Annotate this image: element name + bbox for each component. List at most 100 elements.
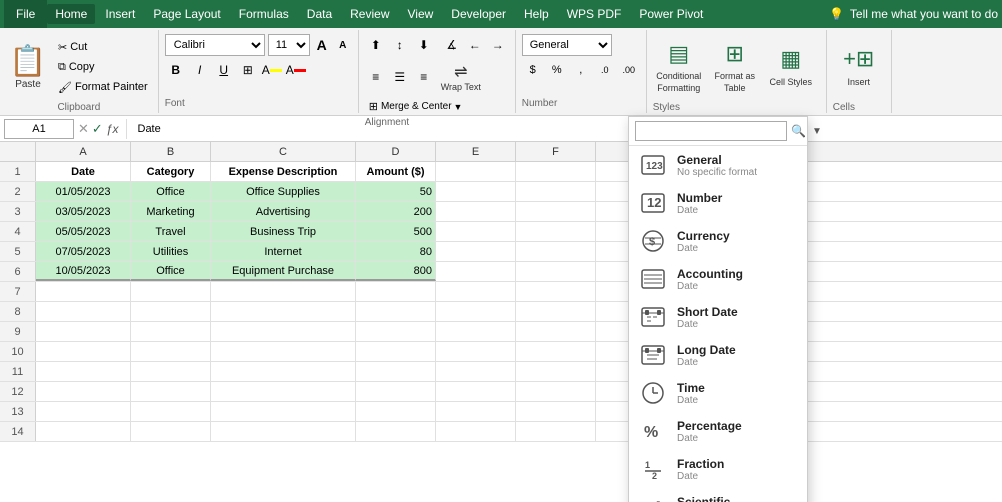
format-option-time[interactable]: Time Date <box>629 374 807 412</box>
function-icon[interactable]: ƒx <box>106 122 119 136</box>
menu-item-help[interactable]: Help <box>516 4 557 24</box>
cell-d3[interactable]: 200 <box>356 202 436 221</box>
cell-b4[interactable]: Travel <box>131 222 211 241</box>
dropdown-arrow-icon[interactable]: ▼ <box>812 126 822 137</box>
format-painter-button[interactable]: 🖌 Format Painter <box>54 79 152 96</box>
paste-button[interactable]: 📋 Paste <box>6 34 50 100</box>
confirm-formula-icon[interactable]: ✓ <box>92 121 103 137</box>
cell-d1[interactable]: Amount ($) <box>356 162 436 181</box>
format-option-general[interactable]: 123 General No specific format <box>629 146 807 184</box>
cut-button[interactable]: ✂ Cut <box>54 39 152 56</box>
menu-item-review[interactable]: Review <box>342 4 397 24</box>
align-bottom-button[interactable]: ⬇ <box>413 34 435 56</box>
tell-me-input[interactable]: Tell me what you want to do <box>850 7 998 21</box>
cell-c5[interactable]: Internet <box>211 242 356 261</box>
copy-button[interactable]: ⧉ Copy <box>54 59 152 76</box>
cell-e6[interactable] <box>436 262 516 281</box>
menu-item-view[interactable]: View <box>400 4 442 24</box>
cell-a1[interactable]: Date <box>36 162 131 181</box>
conditional-formatting-button[interactable]: ▤ Conditional Formatting <box>653 34 705 100</box>
cell-e4[interactable] <box>436 222 516 241</box>
increase-decimal-button[interactable]: .00 <box>618 59 640 81</box>
col-header-d[interactable]: D <box>356 142 436 161</box>
align-top-button[interactable]: ⬆ <box>365 34 387 56</box>
cell-f5[interactable] <box>516 242 596 261</box>
col-header-e[interactable]: E <box>436 142 516 161</box>
cell-empty[interactable] <box>36 282 131 301</box>
cell-e2[interactable] <box>436 182 516 201</box>
menu-item-formulas[interactable]: Formulas <box>231 4 297 24</box>
cell-b3[interactable]: Marketing <box>131 202 211 221</box>
cell-c2[interactable]: Office Supplies <box>211 182 356 201</box>
font-name-select[interactable]: Calibri <box>165 34 265 56</box>
formula-input[interactable] <box>134 119 999 139</box>
cell-f4[interactable] <box>516 222 596 241</box>
cell-e1[interactable] <box>436 162 516 181</box>
cell-c4[interactable]: Business Trip <box>211 222 356 241</box>
cell-e3[interactable] <box>436 202 516 221</box>
col-header-a[interactable]: A <box>36 142 131 161</box>
menu-item-home[interactable]: Home <box>47 4 95 24</box>
cell-f3[interactable] <box>516 202 596 221</box>
bold-button[interactable]: B <box>165 59 187 81</box>
fill-color-button[interactable]: A <box>261 59 283 81</box>
decrease-font-size-button[interactable]: A <box>334 36 352 54</box>
percent-format-button[interactable]: % <box>546 59 568 81</box>
format-as-table-button[interactable]: ⊞ Format as Table <box>709 34 761 100</box>
increase-font-size-button[interactable]: A <box>313 36 331 54</box>
format-option-percentage[interactable]: % Percentage Date <box>629 412 807 450</box>
wrap-text-button[interactable]: ⇌ Wrap Text <box>437 60 485 94</box>
format-option-fraction[interactable]: 1 2 Fraction Date <box>629 450 807 488</box>
cell-d4[interactable]: 500 <box>356 222 436 241</box>
cell-c3[interactable]: Advertising <box>211 202 356 221</box>
number-format-select[interactable]: General <box>522 34 612 56</box>
cell-e5[interactable] <box>436 242 516 261</box>
cell-f1[interactable] <box>516 162 596 181</box>
cell-d2[interactable]: 50 <box>356 182 436 201</box>
cell-b2[interactable]: Office <box>131 182 211 201</box>
border-button[interactable]: ⊞ <box>237 59 259 81</box>
col-header-b[interactable]: B <box>131 142 211 161</box>
cell-reference-input[interactable] <box>4 119 74 139</box>
format-option-currency[interactable]: $ Currency Date <box>629 222 807 260</box>
cell-b1[interactable]: Category <box>131 162 211 181</box>
font-color-button[interactable]: A <box>285 59 307 81</box>
decrease-decimal-button[interactable]: .0 <box>594 59 616 81</box>
menu-item-developer[interactable]: Developer <box>443 4 514 24</box>
col-header-f[interactable]: F <box>516 142 596 161</box>
dropdown-search-input[interactable] <box>635 121 787 141</box>
cell-d6[interactable]: 800 <box>356 262 436 281</box>
format-option-accounting[interactable]: Accounting Date <box>629 260 807 298</box>
cancel-formula-icon[interactable]: ✕ <box>78 121 89 137</box>
cell-f2[interactable] <box>516 182 596 201</box>
cell-a5[interactable]: 07/05/2023 <box>36 242 131 261</box>
cell-c1[interactable]: Expense Description <box>211 162 356 181</box>
font-size-select[interactable]: 11 <box>268 34 310 56</box>
merge-center-button[interactable]: ⊞ Merge & Center ▼ <box>365 98 509 115</box>
insert-cells-button[interactable]: +⊞ Insert <box>833 34 885 100</box>
cell-c6[interactable]: Equipment Purchase <box>211 262 356 281</box>
align-middle-button[interactable]: ↕ <box>389 34 411 56</box>
align-center-button[interactable]: ☰ <box>389 66 411 88</box>
cell-a2[interactable]: 01/05/2023 <box>36 182 131 201</box>
indent-increase-button[interactable]: → <box>487 34 509 56</box>
col-header-c[interactable]: C <box>211 142 356 161</box>
cell-a3[interactable]: 03/05/2023 <box>36 202 131 221</box>
menu-item-wps-pdf[interactable]: WPS PDF <box>559 4 630 24</box>
format-option-short-date[interactable]: Short Date Date <box>629 298 807 336</box>
text-angle-button[interactable]: ∡ <box>441 34 463 56</box>
cell-b6[interactable]: Office <box>131 262 211 281</box>
comma-format-button[interactable]: , <box>570 59 592 81</box>
format-option-number[interactable]: 12 Number Date <box>629 184 807 222</box>
format-option-scientific[interactable]: 10 2 Scientific Date <box>629 488 807 502</box>
cell-d5[interactable]: 80 <box>356 242 436 261</box>
cell-b5[interactable]: Utilities <box>131 242 211 261</box>
indent-decrease-button[interactable]: ← <box>464 34 486 56</box>
file-menu-btn[interactable]: File <box>4 0 47 28</box>
cell-a4[interactable]: 05/05/2023 <box>36 222 131 241</box>
italic-button[interactable]: I <box>189 59 211 81</box>
format-option-long-date[interactable]: Long Date Date <box>629 336 807 374</box>
align-left-button[interactable]: ≡ <box>365 66 387 88</box>
cell-a6[interactable]: 10/05/2023 <box>36 262 131 281</box>
cell-styles-button[interactable]: ▦ Cell Styles <box>765 34 817 100</box>
